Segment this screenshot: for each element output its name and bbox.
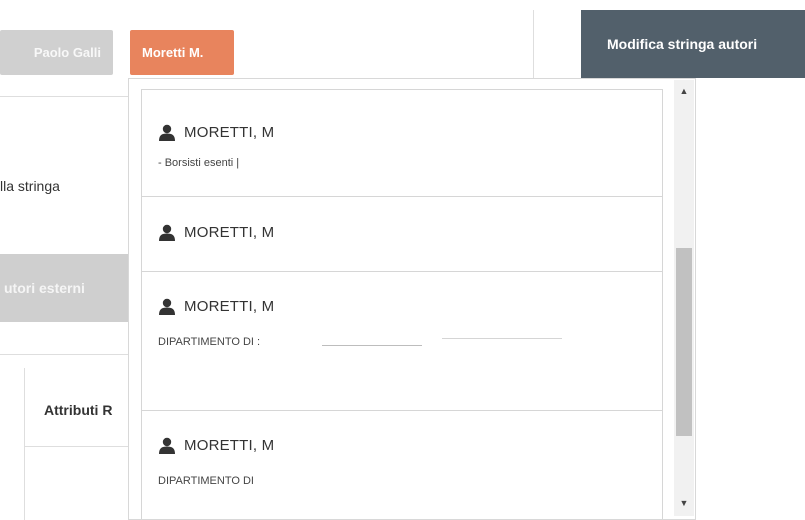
header-divider	[533, 10, 534, 78]
redacted-text	[442, 338, 562, 339]
suggestion-item[interactable]: MORETTI, M DIPARTIMENTO DI :	[141, 271, 663, 411]
dropdown-scrollbar[interactable]: ▲ ▼	[674, 80, 694, 516]
table-header-underline	[24, 446, 128, 447]
user-icon	[158, 298, 176, 316]
suggestion-detail: DIPARTIMENTO DI :	[158, 336, 261, 348]
suggestion-name: MORETTI, M	[184, 437, 275, 454]
author-chip-paolo-galli[interactable]: Paolo Galli	[0, 30, 113, 75]
section-divider-mid	[0, 354, 128, 355]
author-string-label: lla stringa	[0, 178, 60, 194]
suggestion-name: MORETTI, M	[184, 224, 275, 241]
suggestion-detail: DIPARTIMENTO DI	[158, 475, 254, 487]
scroll-down-arrow-icon[interactable]: ▼	[674, 494, 694, 512]
scrollbar-thumb[interactable]	[676, 248, 692, 436]
user-icon	[158, 124, 176, 142]
suggestion-name: MORETTI, M	[184, 124, 275, 141]
user-icon	[158, 437, 176, 455]
table-left-border	[24, 368, 25, 520]
author-suggestions-dropdown[interactable]: MORETTI, M - Borsisti esenti | MORETTI, …	[128, 78, 696, 520]
suggestion-detail: - Borsisti esenti |	[158, 157, 240, 169]
suggestion-item[interactable]: MORETTI, M DIPARTIMENTO DI	[141, 410, 663, 519]
scroll-up-arrow-icon[interactable]: ▲	[674, 82, 694, 100]
suggestion-item[interactable]: MORETTI, M	[141, 196, 663, 272]
external-authors-button[interactable]: utori esterni	[0, 254, 138, 322]
redacted-text	[322, 345, 422, 346]
author-chip-moretti-selected[interactable]: Moretti M.	[130, 30, 234, 75]
user-icon	[158, 224, 176, 242]
attributes-column-header: Attributi R	[44, 402, 113, 418]
section-divider-top	[0, 96, 128, 97]
suggestion-item[interactable]: MORETTI, M - Borsisti esenti |	[141, 89, 663, 197]
modify-author-string-button[interactable]: Modifica stringa autori	[581, 10, 805, 78]
suggestion-name: MORETTI, M	[184, 298, 275, 315]
